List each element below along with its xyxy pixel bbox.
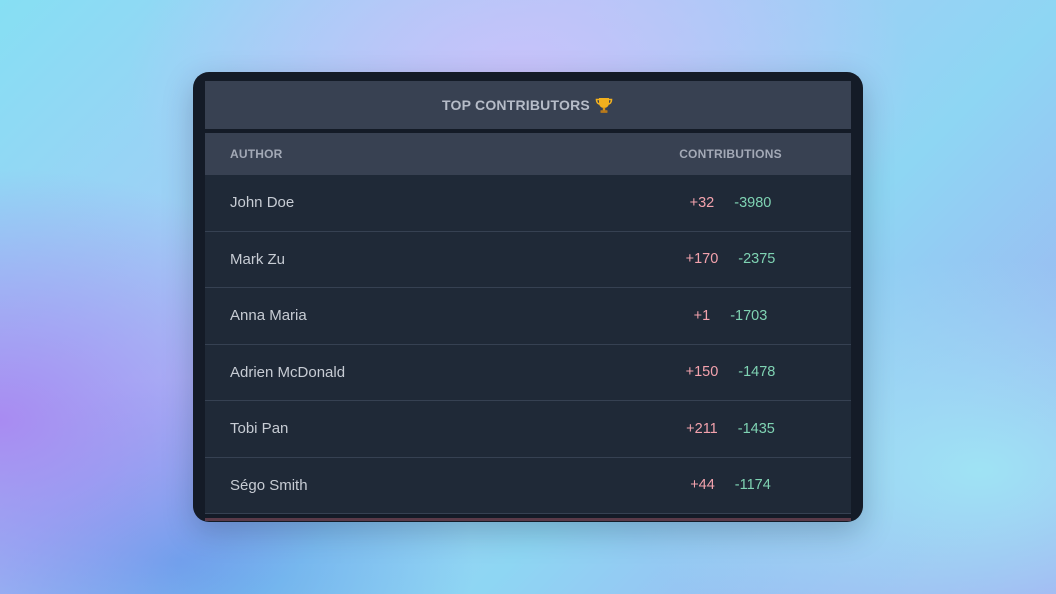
- table-row[interactable]: Tobi Pan +211 -1435: [205, 401, 851, 458]
- additions-count: +170: [685, 251, 719, 268]
- contributions-cell: +150 -1478: [675, 364, 786, 380]
- additions-count: +44: [690, 477, 715, 494]
- contributions-cell: +44 -1174: [675, 477, 786, 493]
- author-name: Ségo Smith: [230, 476, 308, 494]
- trophy-icon: [594, 95, 614, 115]
- deletions-count: -1174: [734, 477, 771, 494]
- author-name: Mark Zu: [230, 250, 286, 268]
- additions-count: +150: [685, 364, 719, 381]
- contributions-cell: +170 -2375: [675, 251, 786, 267]
- deletions-count: -1478: [738, 364, 776, 381]
- contributions-cell: +32 -3980: [675, 195, 786, 211]
- contributors-card: TOP CONTRIBUTORS AUTHOR CONTRIBUTIONS Jo…: [193, 72, 863, 522]
- contributions-cell: +1 -1703: [675, 308, 786, 324]
- column-header-contributions[interactable]: CONTRIBUTIONS: [675, 147, 786, 161]
- table-header: AUTHOR CONTRIBUTIONS: [205, 133, 851, 175]
- column-header-author[interactable]: AUTHOR: [205, 147, 675, 161]
- deletions-count: -3980: [734, 194, 772, 211]
- author-name: Tobi Pan: [230, 420, 289, 438]
- table-row[interactable]: Mark Zu +170 -2375: [205, 231, 851, 288]
- contributions-cell: +211 -1435: [675, 421, 786, 437]
- table-row[interactable]: Anna Maria +1 -1703: [205, 288, 851, 345]
- table-row[interactable]: Ségo Smith +44 -1174: [205, 457, 851, 514]
- author-name: Anna Maria: [230, 307, 307, 325]
- additions-count: +1: [693, 307, 711, 324]
- table-row[interactable]: John Doe +32 -3980: [205, 175, 851, 232]
- deletions-count: -1435: [737, 420, 775, 437]
- author-name: John Doe: [230, 194, 295, 212]
- card-title: TOP CONTRIBUTORS: [442, 97, 590, 113]
- deletions-count: -2375: [738, 251, 776, 268]
- card-header: TOP CONTRIBUTORS: [205, 81, 851, 129]
- table-row[interactable]: Adrien McDonald +150 -1478: [205, 344, 851, 401]
- additions-count: +32: [689, 194, 715, 211]
- author-name: Adrien McDonald: [230, 363, 346, 381]
- deletions-count: -1703: [730, 307, 768, 324]
- additions-count: +211: [686, 420, 718, 437]
- contributors-table: AUTHOR CONTRIBUTIONS John Doe +32 -3980 …: [205, 133, 851, 522]
- next-row-edge: [205, 518, 851, 521]
